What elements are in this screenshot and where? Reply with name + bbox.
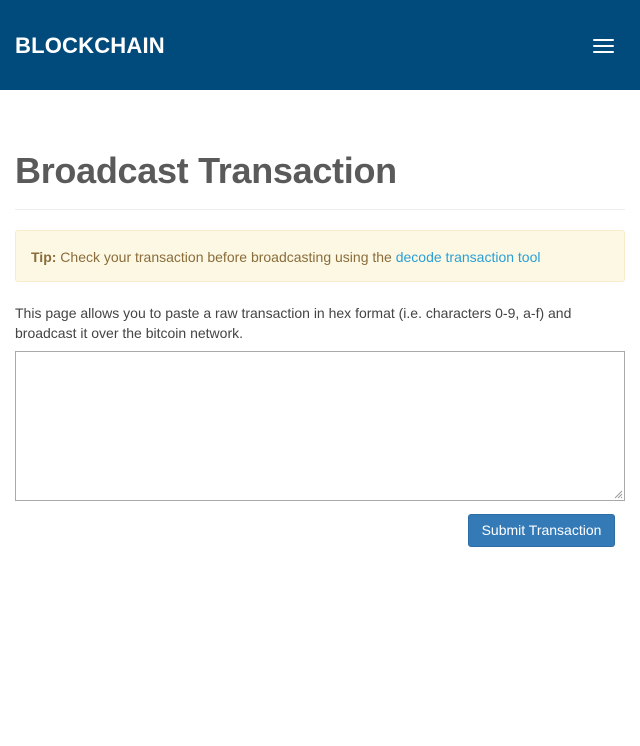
resize-grip-icon[interactable]	[613, 489, 623, 499]
tip-alert: Tip: Check your transaction before broad…	[15, 230, 625, 282]
tip-text: Check your transaction before broadcasti…	[56, 249, 396, 265]
title-divider	[15, 209, 625, 210]
decode-transaction-link[interactable]: decode transaction tool	[396, 249, 541, 265]
page-title: Broadcast Transaction	[15, 150, 397, 191]
brand-logo[interactable]: BLOCKCHAIN	[15, 33, 165, 59]
raw-transaction-input[interactable]	[15, 351, 625, 501]
top-navbar: BLOCKCHAIN	[0, 0, 640, 90]
tip-label: Tip:	[31, 249, 57, 265]
menu-icon-bar-middle	[593, 45, 614, 47]
submit-transaction-button[interactable]: Submit Transaction	[468, 514, 615, 547]
page-description: This page allows you to paste a raw tran…	[15, 305, 572, 341]
menu-icon-bar-top	[593, 39, 614, 41]
hamburger-menu-icon[interactable]	[590, 36, 616, 54]
menu-icon-bar-bottom	[593, 51, 614, 53]
